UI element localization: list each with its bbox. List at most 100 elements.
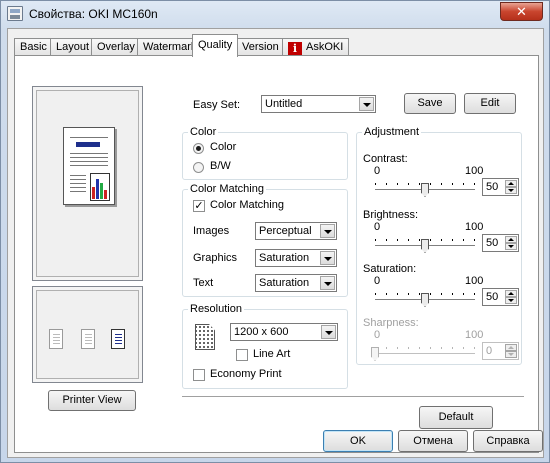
economy-print-label[interactable]: Economy Print <box>210 368 282 380</box>
saturation-label: Saturation: <box>363 263 417 275</box>
color-radio-label[interactable]: Color <box>210 141 236 153</box>
divider <box>182 396 524 397</box>
bw-radio-label[interactable]: B/W <box>210 160 231 172</box>
resolution-group: Resolution 1200 x 600 Line Art Economy P… <box>182 303 348 389</box>
chevron-down-icon[interactable] <box>320 251 335 265</box>
text-label: Text <box>193 277 214 289</box>
spin-up-icon <box>505 344 517 351</box>
brightness-slider-thumb[interactable] <box>421 239 429 253</box>
quality-panel: Printer View Easy Set: Untitled Save Edi… <box>14 55 539 453</box>
contrast-min: 0 <box>374 165 381 177</box>
default-button[interactable]: Default <box>419 406 493 429</box>
title-bar[interactable]: Свойства: OKI MC160n ✕ <box>1 1 549 27</box>
image-page-icon[interactable] <box>81 329 95 349</box>
tab-overlay[interactable]: Overlay <box>91 38 141 56</box>
resolution-title: Resolution <box>188 303 244 315</box>
tab-layout[interactable]: Layout <box>50 38 96 56</box>
sharpness-max: 100 <box>465 329 484 341</box>
color-group: Color Color B/W <box>182 126 348 180</box>
sharpness-min: 0 <box>374 329 381 341</box>
graphics-value: Saturation <box>259 252 310 264</box>
spin-up-icon[interactable] <box>505 290 517 297</box>
spin-up-icon[interactable] <box>505 236 517 243</box>
bw-radio[interactable] <box>193 162 204 173</box>
brightness-label: Brightness: <box>363 209 419 221</box>
color-radio[interactable] <box>193 143 204 154</box>
quality-preview-icons <box>32 286 143 383</box>
images-label: Images <box>193 225 230 237</box>
saturation-slider-thumb[interactable] <box>421 293 429 307</box>
sharpness-slider <box>375 353 475 354</box>
saturation-max: 100 <box>465 275 484 287</box>
line-art-checkbox[interactable] <box>236 349 248 361</box>
tab-askoki[interactable]: i AskOKI <box>282 38 350 56</box>
easy-set-dropdown[interactable]: Untitled <box>261 95 376 113</box>
chevron-down-icon[interactable] <box>359 97 374 111</box>
color-matching-checkbox[interactable]: ✓ <box>193 200 205 212</box>
color-page-icon[interactable] <box>111 329 125 349</box>
preview-chart <box>90 173 110 201</box>
easy-set-label: Easy Set: <box>193 99 241 111</box>
printer-properties-window: Свойства: OKI MC160n ✕ Basic Layout Over… <box>0 0 550 463</box>
saturation-spinner[interactable]: 50 <box>482 288 519 306</box>
dialog-body: Basic Layout Overlay Watermark Quality V… <box>7 28 544 458</box>
resolution-dropdown[interactable]: 1200 x 600 <box>230 323 338 341</box>
graphics-dropdown[interactable]: Saturation <box>255 249 337 267</box>
color-group-title: Color <box>188 126 219 138</box>
sharpness-label: Sharpness: <box>363 317 419 329</box>
saturation-min: 0 <box>374 275 381 287</box>
contrast-spinner[interactable]: 50 <box>482 178 519 196</box>
spin-up-icon[interactable] <box>505 180 517 187</box>
close-button[interactable]: ✕ <box>500 2 543 21</box>
tab-basic[interactable]: Basic <box>14 38 53 56</box>
graphics-label: Graphics <box>193 252 238 264</box>
page-preview-image <box>63 127 115 205</box>
contrast-value: 50 <box>486 181 499 193</box>
contrast-label: Contrast: <box>363 153 408 165</box>
brightness-spinner[interactable]: 50 <box>482 234 519 252</box>
printer-icon <box>7 6 23 21</box>
brightness-min: 0 <box>374 221 381 233</box>
contrast-max: 100 <box>465 165 484 177</box>
economy-print-checkbox[interactable] <box>193 369 205 381</box>
images-dropdown[interactable]: Perceptual <box>255 222 337 240</box>
printer-view-button[interactable]: Printer View <box>48 390 136 411</box>
sharpness-spinner: 0 <box>482 342 519 360</box>
chevron-down-icon[interactable] <box>320 224 335 238</box>
adjustment-title: Adjustment <box>362 126 422 138</box>
contrast-slider-thumb[interactable] <box>421 183 429 197</box>
resolution-icon <box>195 324 215 350</box>
images-value: Perceptual <box>259 225 312 237</box>
help-button[interactable]: Справка <box>473 430 543 452</box>
chevron-down-icon[interactable] <box>320 276 335 290</box>
ok-button[interactable]: OK <box>323 430 393 452</box>
color-matching-title: Color Matching <box>188 183 266 195</box>
tab-version[interactable]: Version <box>236 38 285 56</box>
spin-down-icon[interactable] <box>505 297 517 304</box>
saturation-value: 50 <box>486 291 499 303</box>
color-matching-checkbox-label[interactable]: Color Matching <box>210 199 284 211</box>
tab-quality[interactable]: Quality <box>192 34 239 57</box>
adjustment-group: Adjustment Contrast: 0 100 50 Brightness… <box>356 126 522 365</box>
spin-down-icon[interactable] <box>505 187 517 194</box>
spin-down-icon <box>505 351 517 358</box>
cancel-button[interactable]: Отмена <box>398 430 468 452</box>
save-button[interactable]: Save <box>404 93 456 114</box>
window-title: Свойства: OKI MC160n <box>29 7 158 21</box>
edit-button[interactable]: Edit <box>464 93 516 114</box>
sharpness-slider-thumb <box>371 347 379 361</box>
tab-askoki-label: AskOKI <box>306 41 344 53</box>
color-matching-group: Color Matching ✓ Color Matching Images P… <box>182 183 348 297</box>
resolution-value: 1200 x 600 <box>234 326 289 338</box>
chevron-down-icon[interactable] <box>321 325 336 339</box>
sharpness-value: 0 <box>486 345 493 357</box>
easy-set-value: Untitled <box>265 98 303 110</box>
line-art-label[interactable]: Line Art <box>253 348 290 360</box>
text-dropdown[interactable]: Saturation <box>255 274 337 292</box>
brightness-value: 50 <box>486 237 499 249</box>
text-value: Saturation <box>259 277 310 289</box>
info-icon: i <box>288 42 302 56</box>
spin-down-icon[interactable] <box>505 243 517 250</box>
page-preview <box>32 86 143 281</box>
draft-page-icon[interactable] <box>49 329 63 349</box>
